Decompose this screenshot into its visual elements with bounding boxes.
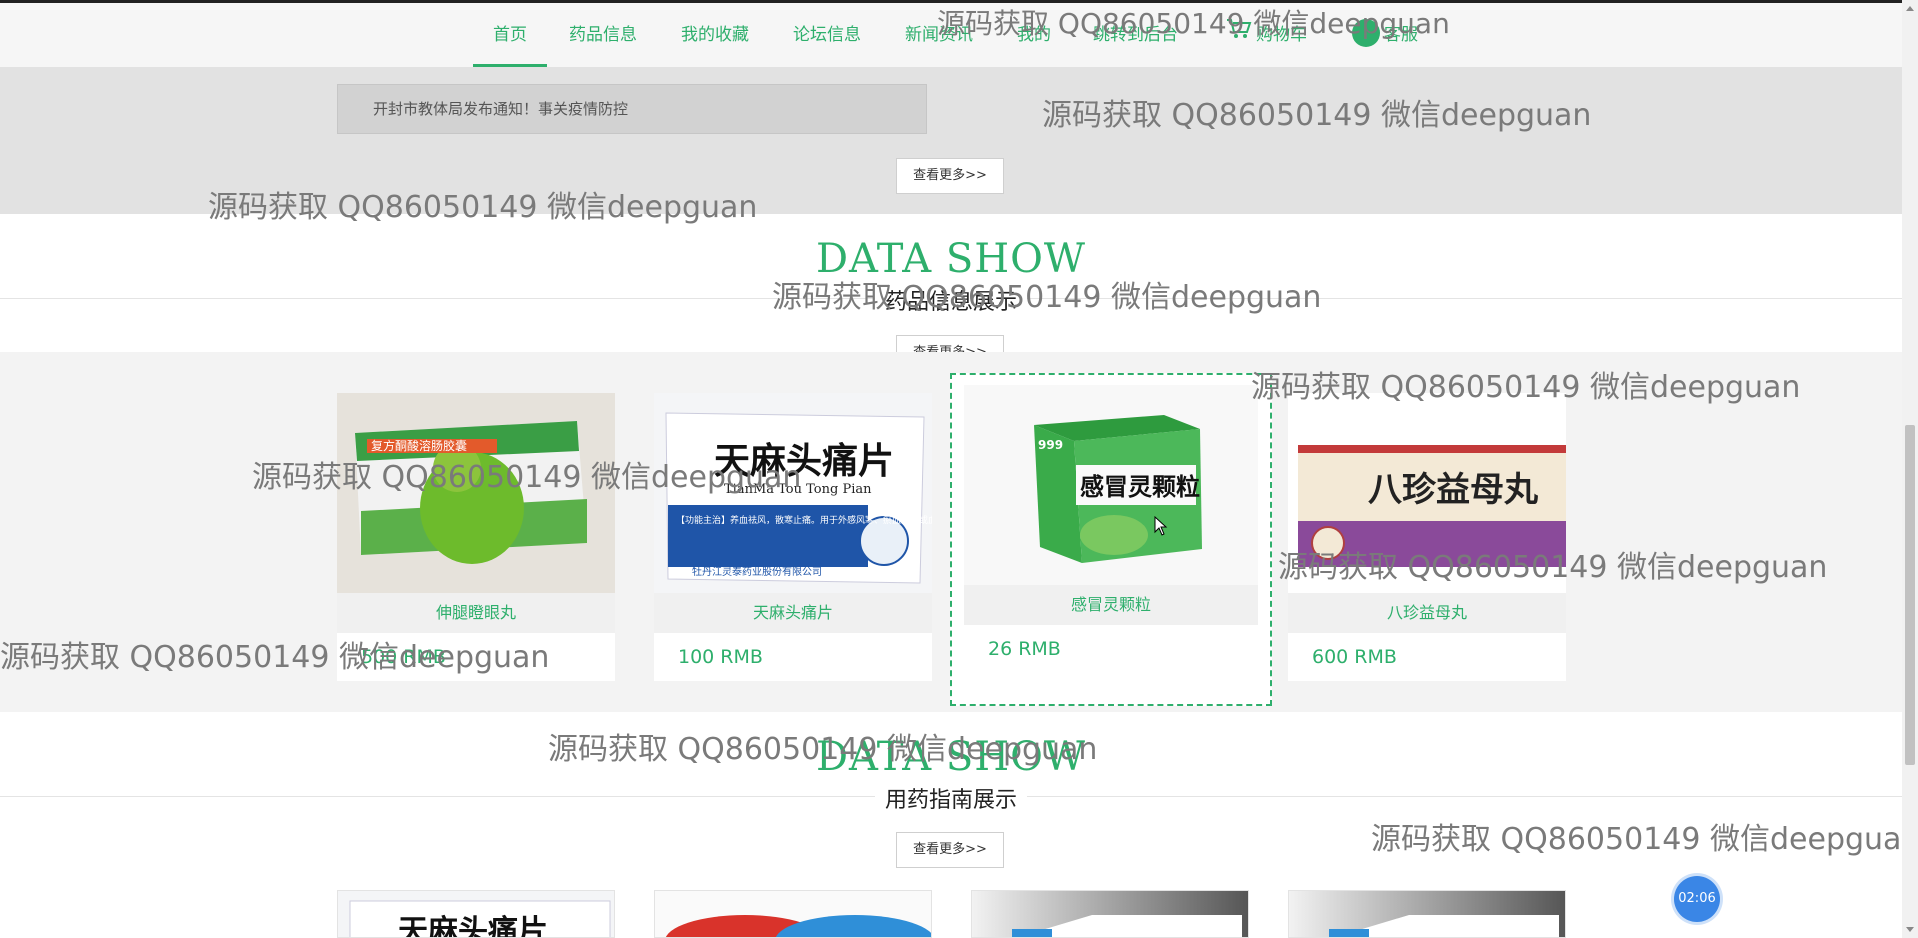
guide-card[interactable]: 天麻头痛片	[337, 890, 615, 938]
nav-mine[interactable]: 我的	[1017, 3, 1051, 67]
svg-text:天麻头痛片: 天麻头痛片	[398, 914, 548, 938]
svg-text:牡丹江灵泰药业股份有限公司: 牡丹江灵泰药业股份有限公司	[692, 565, 822, 578]
guide-more-button[interactable]: 查看更多>>	[896, 832, 1004, 868]
svg-text:【功能主治】养血祛风，散寒止痛。用于外感风寒、瘀血阻滞或血虚: 【功能主治】养血祛风，散寒止痛。用于外感风寒、瘀血阻滞或血虚失养所致的偏正头痛、…	[676, 514, 932, 526]
nav-news[interactable]: 新闻资讯	[905, 3, 973, 67]
product-card[interactable]: 复方酮酸溶肠胶囊 伸腿瞪眼丸 500 RMB	[337, 393, 615, 681]
scrollbar-thumb[interactable]	[1905, 425, 1915, 765]
guide-section-title: 用药指南展示	[0, 782, 1902, 814]
svg-text:感冒灵颗粒: 感冒灵颗粒	[1080, 473, 1200, 501]
product-name: 伸腿瞪眼丸	[337, 593, 615, 633]
product-image: 999 感冒灵颗粒	[964, 385, 1258, 585]
guide-card[interactable]	[971, 890, 1249, 938]
product-card[interactable]: 天麻头痛片 TianMa Tou Tong Pian 【功能主治】养血祛风，散寒…	[654, 393, 932, 681]
news-list-item[interactable]: 开封市教体局发布通知！事关疫情防控	[337, 84, 927, 134]
product-name: 感冒灵颗粒	[964, 585, 1258, 625]
product-card-hovered[interactable]: 999 感冒灵颗粒 感冒灵颗粒 26 RMB	[950, 373, 1272, 706]
svg-text:天麻头痛片: 天麻头痛片	[714, 440, 894, 482]
guide-card[interactable]	[654, 890, 932, 938]
svg-text:复方酮酸溶肠胶囊: 复方酮酸溶肠胶囊	[371, 438, 467, 453]
top-navigation: 首页 药品信息 我的收藏 论坛信息 新闻资讯 我的 跳转到后台 购物车 客服	[0, 3, 1902, 68]
page-scrollbar[interactable]	[1902, 0, 1918, 938]
nav-home[interactable]: 首页	[473, 3, 547, 67]
product-price: 26 RMB	[988, 638, 1061, 660]
product-price: 100 RMB	[678, 646, 763, 668]
products-section-title: 药品信息展示	[0, 284, 1902, 316]
nav-customer-service[interactable]: 客服	[1352, 3, 1418, 67]
products-section-eyebrow: DATA SHOW	[815, 236, 1087, 282]
nav-my-favorites[interactable]: 我的收藏	[681, 3, 749, 67]
watermark-text: 源码获取 QQ86050149 微信deepguan	[1371, 822, 1918, 857]
cart-icon	[1226, 3, 1252, 67]
svg-text:999: 999	[1038, 438, 1063, 452]
product-name: 八珍益母丸	[1288, 593, 1566, 633]
product-image: 复方酮酸溶肠胶囊	[337, 393, 615, 593]
scroll-down-arrow-icon[interactable]	[1906, 927, 1914, 932]
nav-admin[interactable]: 跳转到后台	[1093, 3, 1178, 67]
svg-text:八珍益母丸: 八珍益母丸	[1368, 470, 1538, 510]
nav-cart-label: 购物车	[1256, 25, 1307, 45]
svg-text:TianMa Tou Tong Pian: TianMa Tou Tong Pian	[724, 482, 872, 497]
product-price: 500 RMB	[361, 646, 446, 668]
mouse-cursor-icon	[1154, 515, 1168, 540]
nav-service-label: 客服	[1384, 25, 1418, 45]
nav-medicine-info[interactable]: 药品信息	[569, 3, 637, 67]
nav-cart[interactable]: 购物车	[1226, 3, 1307, 67]
timer-badge[interactable]: 02:06	[1674, 876, 1720, 922]
product-image: 八珍益母丸	[1288, 393, 1566, 593]
guide-section-eyebrow: DATA SHOW	[815, 734, 1087, 780]
product-name: 天麻头痛片	[654, 593, 932, 633]
product-card[interactable]: 八珍益母丸 八珍益母丸 600 RMB	[1288, 393, 1566, 681]
scroll-up-arrow-icon[interactable]	[1906, 6, 1914, 11]
customer-service-icon	[1352, 19, 1380, 47]
nav-forum[interactable]: 论坛信息	[793, 3, 861, 67]
product-image: 天麻头痛片 TianMa Tou Tong Pian 【功能主治】养血祛风，散寒…	[654, 393, 932, 593]
guide-card[interactable]	[1288, 890, 1566, 938]
news-more-button[interactable]: 查看更多>>	[896, 158, 1004, 194]
product-price: 600 RMB	[1312, 646, 1397, 668]
